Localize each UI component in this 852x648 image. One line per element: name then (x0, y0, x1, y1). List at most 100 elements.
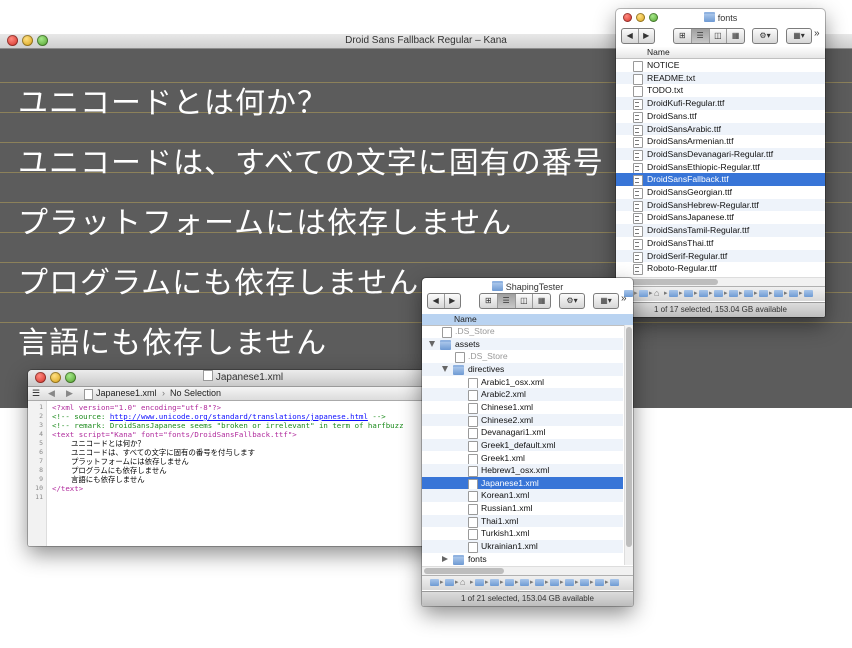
folder-row[interactable]: assets (422, 337, 623, 351)
arrange-icon[interactable]: ▦▾ (594, 294, 618, 308)
disclosure-triangle-icon[interactable] (429, 340, 435, 347)
home-icon[interactable]: ⌂ (460, 577, 465, 587)
back-arrow-icon[interactable]: ◀ (428, 294, 445, 308)
column-view-icon[interactable]: ◫ (516, 294, 534, 308)
folder-icon[interactable] (535, 579, 544, 586)
file-row[interactable]: .DS_Store (422, 325, 623, 338)
file-row[interactable]: Greek1.xml (422, 452, 623, 465)
disclosure-triangle-icon[interactable] (442, 365, 448, 372)
file-row[interactable]: DroidSansFallback.ttf (616, 173, 825, 187)
folder-icon[interactable] (789, 290, 798, 297)
folder-icon[interactable] (475, 579, 484, 586)
back-arrow-icon[interactable]: ◀ (622, 29, 639, 43)
file-row[interactable]: DroidSansArmenian.ttf (616, 135, 825, 149)
folder-row[interactable]: fonts (422, 553, 623, 565)
toolbar-overflow-icon[interactable]: » (814, 28, 820, 39)
folder-icon[interactable] (505, 579, 514, 586)
file-row[interactable]: DroidSansDevanagari-Regular.ttf (616, 147, 825, 161)
column-view-icon[interactable]: ◫ (710, 29, 728, 43)
file-row[interactable]: Hebrew1_osx.xml (422, 464, 623, 478)
arrange-icon[interactable]: ▦▾ (787, 29, 811, 43)
forward-arrow-icon[interactable]: ▶ (445, 294, 461, 308)
folder-icon[interactable] (490, 579, 499, 586)
list-view-icon[interactable]: ☰ (691, 29, 710, 43)
file-row[interactable]: DroidSansArabic.ttf (616, 122, 825, 136)
folder-icon[interactable] (729, 290, 738, 297)
file-row[interactable]: DroidSansEthiopic-Regular.ttf (616, 161, 825, 174)
file-row[interactable]: Chinese2.xml (422, 413, 623, 427)
file-row[interactable]: DroidSerif-Regular.ttf (616, 249, 825, 263)
file-row[interactable]: DroidSansThai.ttf (616, 237, 825, 250)
close-button[interactable] (7, 35, 18, 46)
file-row[interactable]: Roboto-Regular.ttf (616, 262, 825, 276)
folder-icon[interactable] (580, 579, 589, 586)
vertical-scrollbar[interactable] (624, 325, 633, 565)
coverflow-icon[interactable]: ▦ (727, 29, 744, 43)
file-row[interactable]: Japanese1.xml (422, 476, 623, 490)
jump-selection[interactable]: No Selection (170, 387, 221, 400)
file-row[interactable]: DroidSansHebrew-Regular.ttf (616, 198, 825, 212)
file-row[interactable]: TODO.txt (616, 84, 825, 98)
icon-view-icon[interactable]: ⊞ (674, 29, 692, 43)
file-row[interactable]: Arabic1_osx.xml (422, 376, 623, 389)
minimize-button[interactable] (50, 372, 61, 383)
file-row[interactable]: Ukrainian1.xml (422, 540, 623, 554)
file-row[interactable]: NOTICE (616, 59, 825, 72)
folder-icon[interactable] (610, 579, 619, 586)
code-area[interactable]: <?xml version="1.0" encoding="utf-8"?> <… (52, 401, 458, 546)
list-view-icon[interactable]: ☰ (497, 294, 516, 308)
file-row[interactable]: Turkish1.xml (422, 527, 623, 541)
folder-icon[interactable] (550, 579, 559, 586)
file-row[interactable]: DroidSansJapanese.ttf (616, 211, 825, 225)
minimize-button[interactable] (636, 13, 645, 22)
scroll-thumb[interactable] (424, 568, 505, 574)
file-row[interactable]: Greek1_default.xml (422, 438, 623, 452)
back-arrow-icon[interactable]: ◀ (48, 387, 55, 400)
file-row[interactable]: DroidSansTamil-Regular.ttf (616, 224, 825, 238)
file-row[interactable]: Chinese1.xml (422, 401, 623, 414)
file-row[interactable]: DroidSansGeorgian.ttf (616, 186, 825, 199)
folder-icon[interactable] (565, 579, 574, 586)
file-row[interactable]: Korean1.xml (422, 489, 623, 503)
folder-icon[interactable] (714, 290, 723, 297)
jump-file[interactable]: Japanese1.xml (96, 387, 157, 400)
zoom-button[interactable] (649, 13, 658, 22)
zoom-button[interactable] (65, 372, 76, 383)
file-row[interactable]: README.txt (616, 71, 825, 85)
zoom-button[interactable] (37, 35, 48, 46)
forward-arrow-icon[interactable]: ▶ (639, 29, 655, 43)
folder-icon[interactable] (759, 290, 768, 297)
file-row[interactable]: Thai1.xml (422, 514, 623, 528)
file-row[interactable]: DroidSans.ttf (616, 110, 825, 123)
folder-icon[interactable] (595, 579, 604, 586)
disclosure-triangle-icon[interactable] (442, 555, 448, 562)
folder-icon[interactable] (430, 579, 439, 586)
home-icon[interactable]: ⌂ (654, 288, 659, 298)
folder-icon[interactable] (699, 290, 708, 297)
folder-icon[interactable] (445, 579, 454, 586)
forward-arrow-icon[interactable]: ▶ (66, 387, 73, 400)
folder-row[interactable]: directives (422, 362, 623, 376)
close-button[interactable] (623, 13, 632, 22)
folder-icon[interactable] (774, 290, 783, 297)
file-row[interactable]: .DS_Store (422, 350, 623, 364)
folder-icon[interactable] (744, 290, 753, 297)
horizontal-scrollbar[interactable] (422, 566, 633, 575)
related-items-icon[interactable]: ☰ (32, 387, 40, 400)
file-row[interactable]: DroidKufi-Regular.ttf (616, 97, 825, 111)
coverflow-icon[interactable]: ▦ (533, 294, 550, 308)
gear-icon[interactable]: ⚙▾ (560, 294, 584, 308)
horizontal-scrollbar[interactable] (616, 277, 825, 286)
file-row[interactable]: Arabic2.xml (422, 388, 623, 402)
folder-icon[interactable] (624, 290, 633, 297)
gear-icon[interactable]: ⚙▾ (753, 29, 777, 43)
minimize-button[interactable] (22, 35, 33, 46)
column-header[interactable]: Name (616, 47, 825, 59)
folder-icon[interactable] (639, 290, 648, 297)
source-link[interactable]: http://www.unicode.org/standard/translat… (110, 412, 368, 421)
folder-icon[interactable] (669, 290, 678, 297)
scroll-thumb[interactable] (626, 327, 632, 547)
icon-view-icon[interactable]: ⊞ (480, 294, 498, 308)
folder-icon[interactable] (684, 290, 693, 297)
file-row[interactable]: Devanagari1.xml (422, 426, 623, 440)
